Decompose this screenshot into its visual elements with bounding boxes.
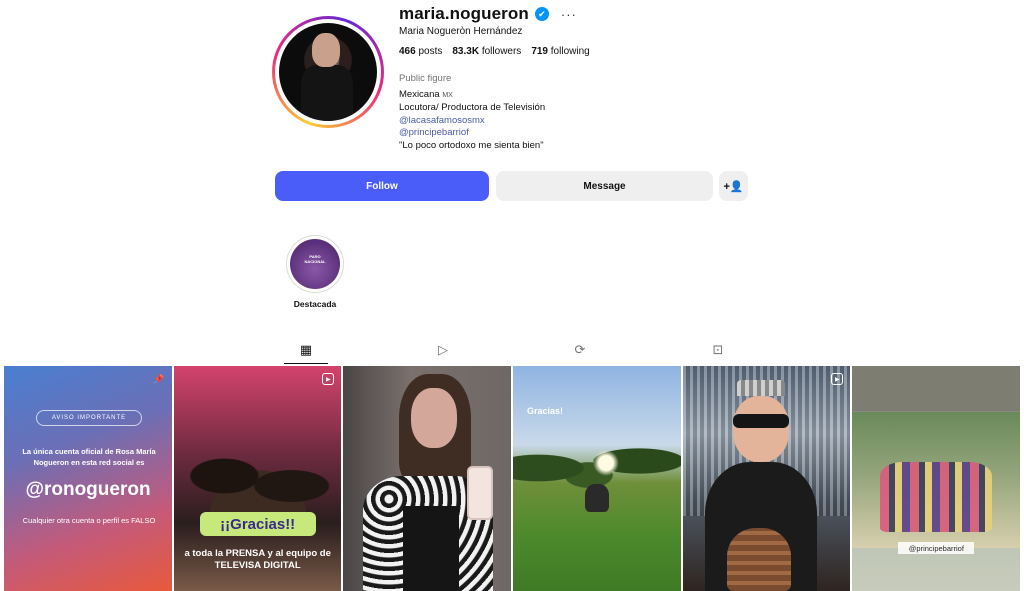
bio-line-1-text: Mexicana bbox=[399, 88, 440, 100]
highlight-thumbnail: PARO NACIONAL bbox=[290, 239, 340, 289]
post-photo-person bbox=[585, 484, 610, 512]
post-overlay-text: Gracias! bbox=[527, 406, 564, 416]
followers-label: followers bbox=[481, 46, 522, 57]
profile-tabs: ▦ ▷ ⟳ ⊡ bbox=[0, 336, 1024, 364]
more-options-icon[interactable]: ··· bbox=[561, 7, 577, 22]
bio-line-1-suffix: MX bbox=[442, 91, 453, 99]
posts-count: 466 bbox=[399, 46, 416, 57]
post-photo-crown bbox=[736, 380, 785, 396]
bio-link-lacasafamosos[interactable]: @lacasafamososmx bbox=[399, 115, 545, 128]
following-stat[interactable]: 719 following bbox=[531, 46, 589, 57]
post-photo-top bbox=[403, 506, 460, 591]
reel-icon: ▶ bbox=[322, 373, 335, 385]
highlight-destacada[interactable]: PARO NACIONAL bbox=[286, 235, 344, 293]
post-notice-text: AVISO IMPORTANTE bbox=[36, 410, 142, 426]
username-row: maria.nogueron ✔ ··· bbox=[399, 3, 577, 25]
post-photo-sun bbox=[593, 450, 620, 476]
post-photo-cake bbox=[726, 528, 791, 591]
highlight-label[interactable]: Destacada bbox=[282, 299, 348, 309]
avatar-inner bbox=[275, 19, 381, 125]
post-tile[interactable]: ▶ ¡¡Gracias!! a toda la PRENSA y al equi… bbox=[173, 366, 342, 591]
reel-icon: ▶ bbox=[831, 373, 844, 385]
add-user-icon[interactable]: +👤 bbox=[719, 171, 748, 201]
following-label: following bbox=[550, 46, 590, 57]
post-photo-people bbox=[880, 462, 993, 532]
tab-reposts-icon[interactable]: ⟳ bbox=[558, 336, 602, 364]
profile-avatar[interactable] bbox=[272, 16, 384, 128]
bio-line-3: "Lo poco ortodoxo me sienta bien" bbox=[399, 139, 544, 151]
post-thanks-text: ¡¡Gracias!! bbox=[199, 512, 316, 536]
follow-button[interactable]: Follow bbox=[275, 171, 489, 201]
tab-reels-icon[interactable]: ▷ bbox=[421, 336, 465, 364]
tab-posts-grid-icon[interactable]: ▦ bbox=[284, 336, 328, 364]
following-count: 719 bbox=[531, 46, 548, 57]
bio: Public figure Mexicana MX Locutora/ Prod… bbox=[399, 73, 545, 152]
post-tile[interactable] bbox=[343, 366, 512, 591]
avatar-photo bbox=[279, 23, 377, 121]
post-photo-glasses bbox=[732, 414, 789, 428]
post-photo-face bbox=[411, 388, 458, 448]
full-name: Maria Nogueròn Hernández bbox=[399, 26, 523, 37]
post-tile[interactable]: @principebarriof bbox=[852, 366, 1021, 591]
posts-stat: 466 posts bbox=[399, 46, 442, 57]
posts-grid: 📌 AVISO IMPORTANTE La única cuenta ofici… bbox=[4, 366, 1021, 591]
post-photo-phone bbox=[467, 466, 494, 520]
pinned-icon: 📌 bbox=[153, 373, 165, 384]
posts-label: posts bbox=[418, 46, 443, 57]
profile-stats: 466 posts 83.3K followers 719 following bbox=[399, 46, 590, 57]
bio-line-1: Mexicana MX bbox=[399, 89, 545, 103]
tab-tagged-icon[interactable]: ⊡ bbox=[696, 336, 740, 364]
post-text-line1: La única cuenta oficial de Rosa María No… bbox=[22, 447, 156, 467]
bio-link-principebarrio[interactable]: @principebarriof bbox=[399, 127, 545, 140]
followers-count: 83.3K bbox=[452, 46, 480, 57]
post-photo-face bbox=[732, 396, 789, 462]
post-tile[interactable]: 📌 AVISO IMPORTANTE La única cuenta ofici… bbox=[4, 366, 172, 591]
verified-badge-icon: ✔ bbox=[534, 7, 549, 21]
post-tile[interactable]: Gracias! bbox=[513, 366, 681, 591]
bio-line-2: Locutora/ Productora de Televisión bbox=[399, 102, 546, 113]
post-tag-text: @principebarriof bbox=[898, 542, 975, 554]
username: maria.nogueron bbox=[399, 4, 529, 23]
message-button[interactable]: Message bbox=[496, 171, 713, 201]
highlight-thumb-text: PARO NACIONAL bbox=[304, 254, 326, 264]
post-caption-text: a toda la PRENSA y al equipo de TELEVISA… bbox=[184, 548, 331, 571]
post-handle-text: @ronogueron bbox=[25, 479, 151, 500]
post-tile[interactable]: ▶ bbox=[682, 366, 851, 591]
bio-category: Public figure bbox=[399, 73, 452, 84]
followers-stat[interactable]: 83.3K followers bbox=[452, 46, 521, 57]
post-text-line2: Cualquier otra cuenta o perfil es FALSO bbox=[22, 516, 156, 525]
